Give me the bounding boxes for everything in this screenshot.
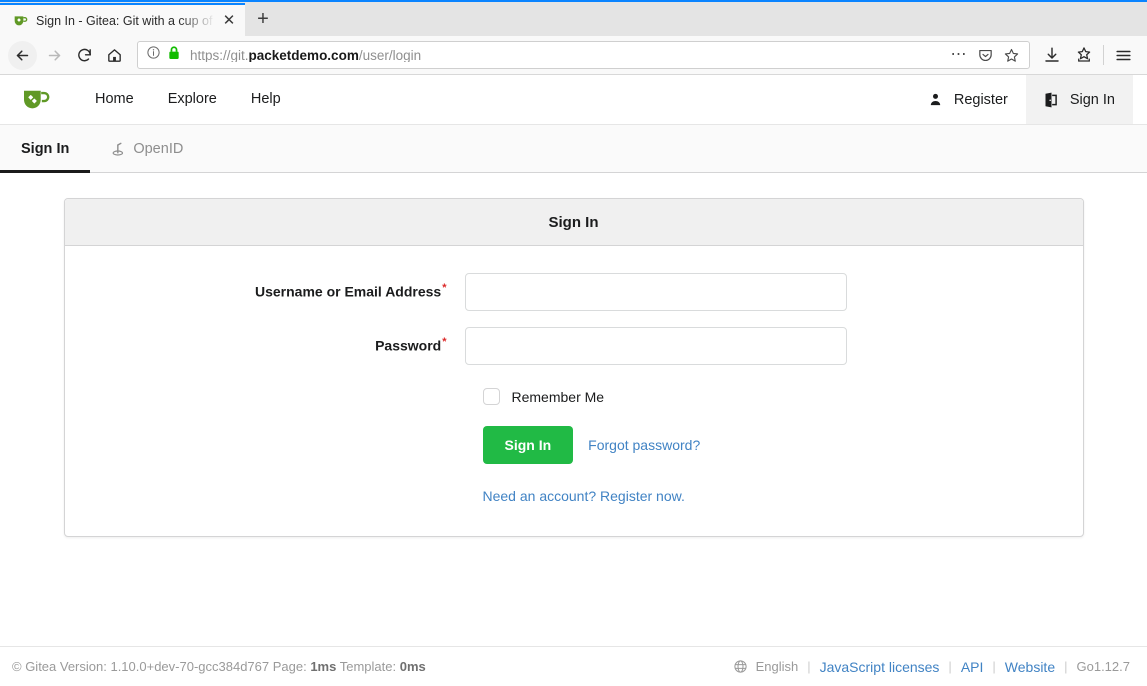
browser-toolbar: https://git.packetdemo.com/user/login ⋯ bbox=[0, 36, 1147, 75]
page-viewport: Home Explore Help Register Sign In Sign … bbox=[0, 75, 1147, 686]
browser-tab[interactable]: Sign In - Gitea: Git with a cup of tea ✕ bbox=[0, 3, 245, 36]
browser-window: Sign In - Gitea: Git with a cup of tea ✕… bbox=[0, 0, 1147, 686]
signin-button[interactable]: Sign In bbox=[1025, 75, 1133, 124]
gitea-logo[interactable] bbox=[22, 85, 52, 115]
required-marker: * bbox=[442, 336, 447, 348]
tab-openid[interactable]: OpenID bbox=[90, 125, 204, 172]
page-actions-icon[interactable]: ⋯ bbox=[947, 43, 971, 67]
username-label: Username or Email Address* bbox=[65, 273, 465, 300]
site-navbar: Home Explore Help Register Sign In bbox=[0, 75, 1147, 125]
downloads-icon[interactable] bbox=[1036, 40, 1068, 70]
reload-button[interactable] bbox=[69, 40, 99, 70]
footer-template-time: 0ms bbox=[399, 659, 426, 674]
gitea-favicon bbox=[12, 13, 28, 29]
footer-separator: | bbox=[1064, 659, 1068, 674]
tab-signin[interactable]: Sign In bbox=[0, 125, 91, 173]
tab-signin-label: Sign In bbox=[21, 140, 70, 157]
navbar-account-actions: Register Sign In bbox=[910, 75, 1133, 124]
openid-icon bbox=[111, 141, 126, 157]
browser-tab-strip: Sign In - Gitea: Git with a cup of tea ✕… bbox=[0, 0, 1147, 36]
signin-label: Sign In bbox=[1069, 91, 1115, 108]
library-icon[interactable] bbox=[1068, 40, 1100, 70]
close-icon[interactable]: ✕ bbox=[219, 11, 239, 31]
signin-card: Sign In Username or Email Address* Passw… bbox=[63, 198, 1084, 537]
password-label: Password* bbox=[65, 327, 465, 354]
username-input[interactable] bbox=[464, 273, 847, 311]
site-footer: © Gitea Version: 1.10.0+dev-70-gcc384d76… bbox=[0, 646, 1147, 686]
register-label: Register bbox=[953, 91, 1008, 108]
nav-item-help[interactable]: Help bbox=[234, 75, 298, 124]
footer-template-label: Template: bbox=[339, 659, 397, 674]
url-scheme: https://git. bbox=[190, 47, 249, 63]
url-domain: packetdemo.com bbox=[248, 47, 359, 63]
url-text[interactable]: https://git.packetdemo.com/user/login bbox=[190, 48, 947, 63]
bookmark-star-icon[interactable] bbox=[999, 43, 1023, 67]
remember-me-checkbox[interactable] bbox=[482, 388, 500, 405]
forgot-password-link[interactable]: Forgot password? bbox=[588, 437, 700, 453]
home-button[interactable] bbox=[99, 40, 129, 70]
signin-form: Username or Email Address* Password* Rem… bbox=[65, 246, 1083, 536]
footer-link-javascript-licenses[interactable]: JavaScript licenses bbox=[820, 659, 940, 675]
footer-version-info: © Gitea Version: 1.10.0+dev-70-gcc384d76… bbox=[12, 659, 733, 674]
forward-button bbox=[39, 40, 69, 70]
remember-me-label[interactable]: Remember Me bbox=[512, 389, 605, 405]
sign-in-icon bbox=[1044, 92, 1059, 108]
form-label-gutter bbox=[65, 381, 465, 506]
globe-icon bbox=[733, 659, 748, 674]
footer-copyright: © Gitea Version: 1.10.0+dev-70-gcc384d76… bbox=[12, 659, 307, 674]
page-info-icon[interactable] bbox=[146, 45, 161, 65]
nav-item-home[interactable]: Home bbox=[78, 75, 151, 124]
password-input[interactable] bbox=[464, 327, 847, 365]
pocket-icon[interactable] bbox=[973, 43, 997, 67]
lock-icon[interactable] bbox=[167, 45, 181, 66]
address-bar[interactable]: https://git.packetdemo.com/user/login ⋯ bbox=[137, 41, 1030, 69]
password-label-text: Password bbox=[375, 337, 442, 354]
submit-row: Sign In Forgot password? bbox=[482, 426, 700, 464]
footer-language[interactable]: English bbox=[756, 659, 799, 674]
form-actions-row: Remember Me Sign In Forgot password? Nee… bbox=[65, 381, 1083, 506]
footer-separator: | bbox=[807, 659, 811, 674]
tab-openid-label: OpenID bbox=[133, 140, 184, 157]
footer-link-website[interactable]: Website bbox=[1005, 659, 1055, 675]
remember-me-row[interactable]: Remember Me bbox=[482, 388, 701, 405]
footer-page-time: 1ms bbox=[310, 659, 337, 674]
password-field-row: Password* bbox=[65, 327, 1083, 365]
site-identity-box[interactable] bbox=[146, 45, 190, 66]
username-field-row: Username or Email Address* bbox=[65, 273, 1083, 311]
browser-toolbar-actions bbox=[1036, 40, 1139, 70]
register-button[interactable]: Register bbox=[910, 75, 1026, 124]
main-content: Sign In Username or Email Address* Passw… bbox=[0, 173, 1147, 646]
user-icon bbox=[928, 92, 943, 107]
url-path: /user/login bbox=[358, 47, 422, 63]
footer-link-api[interactable]: API bbox=[961, 659, 984, 675]
browser-tab-title: Sign In - Gitea: Git with a cup of tea bbox=[36, 13, 219, 28]
signin-card-title: Sign In bbox=[64, 199, 1083, 246]
username-label-text: Username or Email Address bbox=[254, 283, 442, 300]
footer-separator: | bbox=[948, 659, 952, 674]
signin-submit-button[interactable]: Sign In bbox=[482, 426, 574, 464]
nav-item-explore[interactable]: Explore bbox=[151, 75, 234, 124]
register-now-link[interactable]: Need an account? Register now. bbox=[483, 488, 685, 504]
footer-links: English | JavaScript licenses | API | We… bbox=[733, 659, 1130, 675]
toolbar-divider bbox=[1103, 45, 1104, 65]
address-bar-actions: ⋯ bbox=[947, 43, 1023, 67]
required-marker: * bbox=[442, 282, 447, 294]
form-actions: Remember Me Sign In Forgot password? Nee… bbox=[465, 381, 701, 506]
footer-separator: | bbox=[992, 659, 996, 674]
new-tab-button[interactable]: + bbox=[245, 3, 281, 36]
auth-tab-bar: Sign In OpenID bbox=[0, 125, 1147, 173]
app-menu-icon[interactable] bbox=[1107, 40, 1139, 70]
footer-go-version: Go1.12.7 bbox=[1076, 659, 1131, 674]
back-button[interactable] bbox=[8, 40, 37, 70]
